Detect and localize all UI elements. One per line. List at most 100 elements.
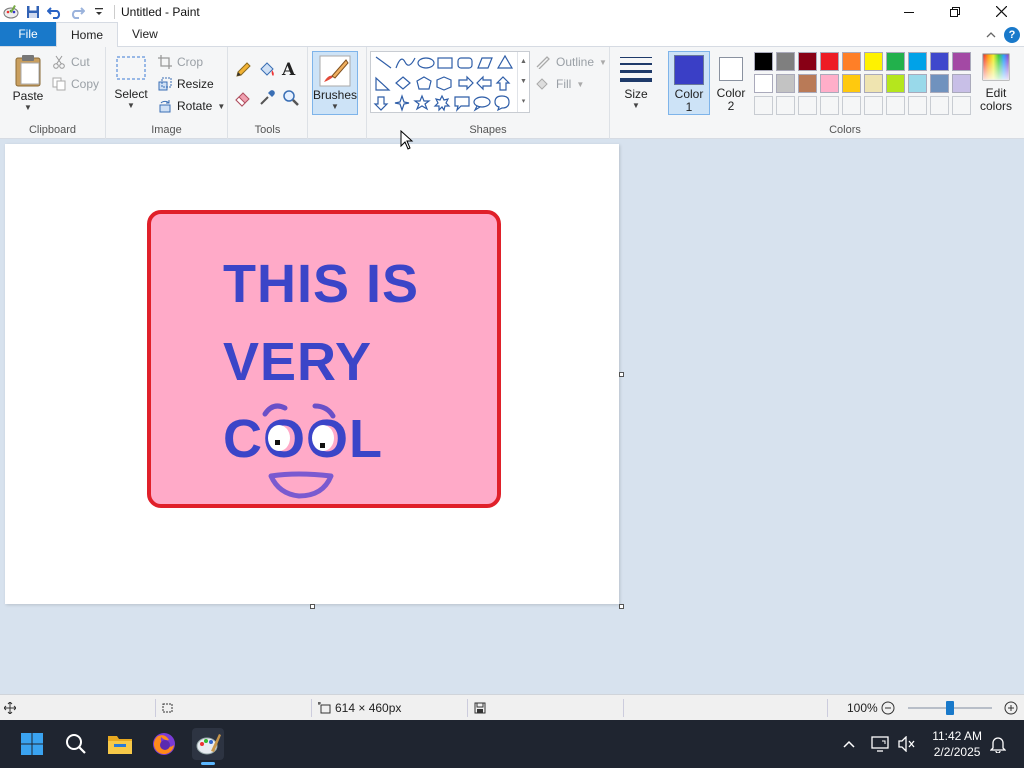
paint-taskbar-button[interactable] bbox=[192, 728, 224, 765]
collapse-ribbon-icon[interactable] bbox=[986, 28, 996, 42]
restore-button[interactable] bbox=[932, 0, 978, 23]
palette-swatch[interactable] bbox=[952, 74, 971, 93]
fill-button[interactable]: Fill ▼ bbox=[535, 77, 584, 91]
paste-button[interactable]: Paste ▼ bbox=[8, 53, 48, 112]
clock-time: 11:42 AM bbox=[932, 729, 982, 743]
resize-button[interactable]: Resize bbox=[158, 77, 214, 91]
custom-color-slot[interactable] bbox=[952, 96, 971, 115]
custom-color-slot[interactable] bbox=[776, 96, 795, 115]
palette-swatch[interactable] bbox=[754, 74, 773, 93]
custom-color-slot[interactable] bbox=[798, 96, 817, 115]
volume-button[interactable] bbox=[893, 728, 921, 760]
firefox-button[interactable] bbox=[148, 728, 180, 760]
brushes-button[interactable]: Brushes ▼ bbox=[312, 51, 358, 115]
paste-dropdown-icon[interactable]: ▼ bbox=[24, 103, 32, 112]
copy-button[interactable]: Copy bbox=[52, 77, 99, 91]
pencil-icon[interactable] bbox=[234, 61, 252, 82]
shapes-scroll[interactable]: ▲ ▼ ▾ bbox=[517, 52, 529, 112]
canvas-resize-handle-corner[interactable] bbox=[619, 604, 624, 609]
minimize-button[interactable] bbox=[886, 0, 932, 23]
crop-button[interactable]: Crop bbox=[158, 55, 203, 69]
save-icon[interactable] bbox=[24, 3, 42, 21]
outline-icon bbox=[536, 56, 550, 69]
cut-button[interactable]: Cut bbox=[52, 55, 90, 69]
crosshair-icon bbox=[4, 702, 16, 714]
palette-swatch[interactable] bbox=[820, 52, 839, 71]
canvas-resize-handle-bottom[interactable] bbox=[310, 604, 315, 609]
close-button[interactable] bbox=[978, 0, 1024, 23]
canvas-resize-handle-right[interactable] bbox=[619, 372, 624, 377]
palette-swatch[interactable] bbox=[930, 52, 949, 71]
palette-swatch[interactable] bbox=[842, 74, 861, 93]
palette-swatch[interactable] bbox=[776, 52, 795, 71]
notifications-button[interactable] bbox=[984, 728, 1012, 760]
palette-swatch[interactable] bbox=[952, 52, 971, 71]
size-button[interactable]: Size ▼ bbox=[617, 55, 655, 110]
palette-swatch[interactable] bbox=[776, 74, 795, 93]
fill-bucket-icon[interactable] bbox=[258, 61, 276, 82]
palette-swatch[interactable] bbox=[754, 52, 773, 71]
brushes-dropdown-icon[interactable]: ▼ bbox=[331, 102, 339, 111]
text-tool-icon[interactable]: A bbox=[282, 60, 295, 80]
help-icon[interactable]: ? bbox=[1004, 27, 1020, 43]
rotate-dropdown-icon[interactable]: ▼ bbox=[217, 102, 225, 111]
system-clock[interactable]: 11:42 AM 2/2/2025 bbox=[932, 728, 982, 760]
file-explorer-button[interactable] bbox=[104, 728, 136, 760]
network-button[interactable] bbox=[866, 728, 894, 760]
zoom-slider-thumb[interactable] bbox=[946, 701, 954, 715]
palette-swatch[interactable] bbox=[820, 74, 839, 93]
scissors-icon bbox=[53, 55, 65, 69]
rotate-button[interactable]: Rotate ▼ bbox=[158, 99, 225, 113]
custom-color-slot[interactable] bbox=[754, 96, 773, 115]
edit-colors-button[interactable]: Edit colors bbox=[974, 53, 1018, 112]
outline-button[interactable]: Outline ▼ bbox=[535, 55, 607, 69]
palette-swatch[interactable] bbox=[842, 52, 861, 71]
search-button[interactable] bbox=[60, 728, 92, 760]
palette-swatch[interactable] bbox=[930, 74, 949, 93]
selection-icon bbox=[116, 56, 146, 80]
palette-swatch[interactable] bbox=[886, 74, 905, 93]
sign-text-line-2: VERY bbox=[223, 332, 373, 392]
custom-color-slot[interactable] bbox=[886, 96, 905, 115]
image-group-label: Image bbox=[151, 124, 182, 136]
size-dropdown-icon[interactable]: ▼ bbox=[632, 101, 640, 110]
select-dropdown-icon[interactable]: ▼ bbox=[127, 101, 135, 110]
palette-swatch[interactable] bbox=[798, 74, 817, 93]
custom-color-slot[interactable] bbox=[842, 96, 861, 115]
palette-swatch[interactable] bbox=[886, 52, 905, 71]
custom-color-slot[interactable] bbox=[820, 96, 839, 115]
paint-app-icon[interactable] bbox=[2, 3, 20, 21]
zoom-level: 100% bbox=[847, 701, 878, 715]
palette-swatch[interactable] bbox=[908, 52, 927, 71]
palette-swatch[interactable] bbox=[864, 52, 883, 71]
fill-dropdown-icon[interactable]: ▼ bbox=[576, 80, 584, 89]
magnifier-icon[interactable] bbox=[282, 89, 300, 110]
start-button[interactable] bbox=[16, 728, 48, 760]
drawing-canvas[interactable]: THIS IS VERY COOL bbox=[5, 144, 619, 604]
color-picker-icon[interactable] bbox=[258, 89, 276, 110]
palette-swatch[interactable] bbox=[908, 74, 927, 93]
eraser-icon[interactable] bbox=[234, 89, 252, 110]
outline-dropdown-icon[interactable]: ▼ bbox=[599, 58, 607, 67]
zoom-in-button[interactable] bbox=[1004, 695, 1018, 721]
ribbon-tabs: File Home View ? bbox=[0, 22, 1024, 47]
tab-file[interactable]: File bbox=[0, 22, 56, 46]
tab-home[interactable]: Home bbox=[56, 22, 119, 47]
select-button[interactable]: Select ▼ bbox=[114, 55, 148, 110]
status-separator bbox=[155, 699, 156, 717]
show-hidden-icons-button[interactable] bbox=[834, 728, 864, 760]
mouse-cursor-icon bbox=[400, 130, 414, 150]
zoom-out-button[interactable] bbox=[881, 695, 895, 721]
zoom-slider[interactable] bbox=[904, 695, 996, 721]
redo-icon[interactable] bbox=[68, 3, 86, 21]
palette-swatch[interactable] bbox=[864, 74, 883, 93]
custom-color-slot[interactable] bbox=[930, 96, 949, 115]
undo-icon[interactable] bbox=[46, 3, 64, 21]
custom-color-slot[interactable] bbox=[908, 96, 927, 115]
palette-swatch[interactable] bbox=[798, 52, 817, 71]
tab-view[interactable]: View bbox=[118, 22, 172, 46]
line-size-icon bbox=[620, 57, 652, 82]
speaker-muted-icon bbox=[898, 736, 915, 752]
custom-color-slot[interactable] bbox=[864, 96, 883, 115]
customize-toolbar-icon[interactable] bbox=[90, 3, 108, 21]
